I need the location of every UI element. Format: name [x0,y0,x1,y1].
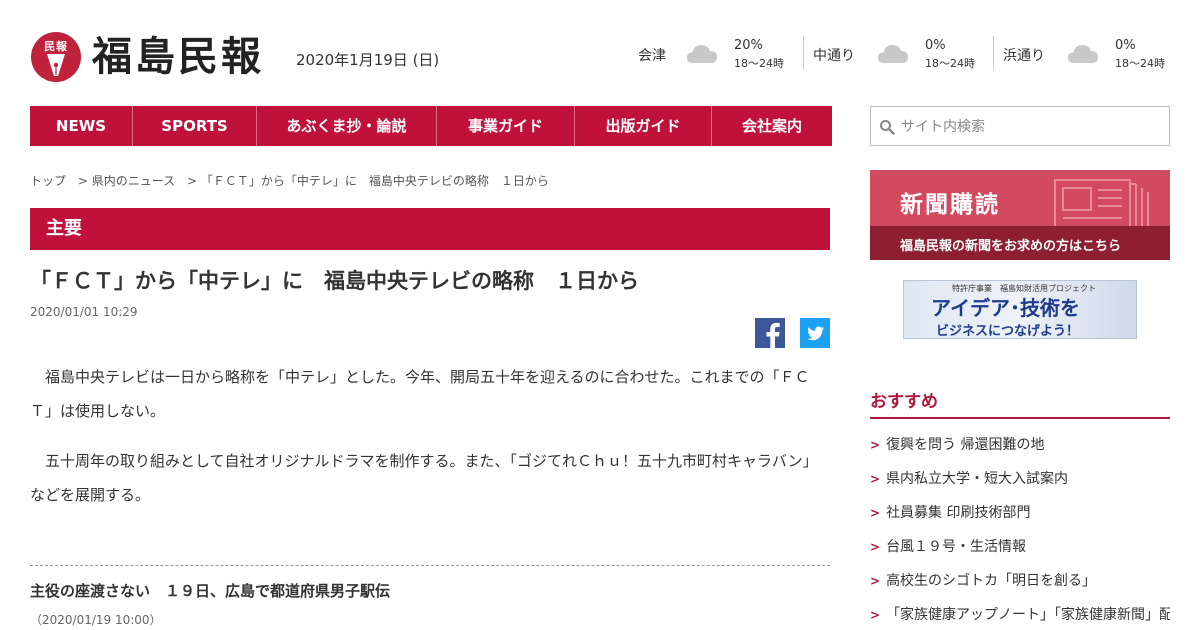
ip-banner-subline: ビジネスにつなげよう！ [936,324,1080,339]
chevron-right-icon: > [870,574,881,588]
section-heading: 主要 [30,208,830,250]
nav-item-sports[interactable]: SPORTS [133,106,257,146]
logo-mark-text: 民報 [44,40,68,53]
site-header: 民報 福島民報 2020年1月19日 (日) 会津 20% 18～24時 中通り… [0,0,1200,105]
list-item[interactable]: > 復興を問う 帰還困難の地 [870,428,1170,462]
recommend-item-label: 復興を問う 帰還困難の地 [886,437,1045,453]
chevron-right-icon: > [870,438,881,452]
weather-precip: 0% [925,38,946,53]
site-search [870,106,1170,146]
recommend-heading: おすすめ [870,392,938,412]
nav-item-editorial[interactable]: あぶくま抄・論説 [257,106,437,146]
weather-precip: 0% [1115,38,1136,53]
chevron-right-icon: > [870,506,881,520]
recommend-item-label: 高校生のシゴトカ「明日を創る」 [886,573,1097,589]
site-logo-title[interactable]: 福島民報 [92,32,264,82]
breadcrumb-item-local-news[interactable]: > 県内のニュース [78,174,175,188]
weather-time: 18～24時 [734,57,784,70]
related-article-link[interactable]: 主役の座渡さない １９日、広島で都道府県男子駅伝 [30,580,390,601]
nav-item-business-guide[interactable]: 事業ガイド [437,106,575,146]
recommend-item-label: 台風１９号・生活情報 [886,539,1027,555]
facebook-share-button[interactable] [755,318,785,348]
weather-separator [803,36,804,70]
weather-region: 会津 [638,48,666,64]
search-icon[interactable] [879,119,895,135]
breadcrumb-item-current: > 「ＦＣＴ」から「中テレ」に 福島中央テレビの略称 １日から [186,174,549,188]
ip-banner-headline: アイデア･技術を [931,296,1080,320]
subscribe-subtitle: 福島民報の新聞をお求めの方はこちら [900,239,1122,254]
chevron-right-icon: > [870,540,881,554]
related-article-date: （2020/01/19 10:00） [30,613,162,627]
list-item[interactable]: > 「家族健康アップノート」「家族健康新聞」配… [870,598,1170,630]
nav-item-publishing-guide[interactable]: 出版ガイド [575,106,712,146]
list-item[interactable]: > 台風１９号・生活情報 [870,530,1170,564]
list-item[interactable]: > 県内私立大学・短大入試案内 [870,462,1170,496]
article-paragraph: 福島中央テレビは一日から略称を「中テレ」とした。今年、開局五十年を迎えるのに合わ… [30,368,810,420]
article-date: 2020/01/01 10:29 [30,305,138,319]
facebook-icon [766,322,780,348]
article-body: 福島中央テレビは一日から略称を「中テレ」とした。今年、開局五十年を迎えるのに合わ… [30,360,830,528]
article-paragraph: 五十周年の取り組みとして自社オリジナルドラマを制作する。また、「ゴジてれＣｈｕ！… [30,452,818,504]
weather-separator [993,36,994,70]
header-date: 2020年1月19日 (日) [296,51,440,69]
breadcrumb-item-top[interactable]: トップ [30,174,66,188]
search-input[interactable] [901,115,1161,139]
recommend-list: > 復興を問う 帰還困難の地 > 県内私立大学・短大入試案内 > 社員募集 印刷技術部… [870,428,1170,630]
nav-item-company[interactable]: 会社案内 [712,106,832,146]
weather-precip: 20% [734,38,763,53]
nav-item-news[interactable]: NEWS [30,106,133,146]
twitter-share-button[interactable] [800,318,830,348]
weather-region: 中通り [813,48,855,64]
weather-region: 浜通り [1003,48,1045,64]
recommend-item-label: 県内私立大学・短大入試案内 [886,471,1069,487]
list-item[interactable]: > 高校生のシゴトカ「明日を創る」 [870,564,1170,598]
chevron-right-icon: > [870,472,881,486]
recommend-underline [870,417,1170,419]
cloud-icon [1068,45,1098,63]
article-title: 「ＦＣＴ」から「中テレ」に 福島中央テレビの略称 １日から [30,269,639,293]
article-divider [30,565,830,566]
subscribe-title: 新聞購読 [900,192,1000,218]
twitter-icon [807,326,824,341]
recommend-item-label: 社員募集 印刷技術部門 [886,505,1031,521]
chevron-right-icon: > [870,608,881,622]
weather-time: 18～24時 [1115,57,1165,70]
subscribe-banner[interactable]: 新聞購読 福島民報の新聞をお求めの方はこちら [870,170,1170,260]
cloud-icon [878,45,908,63]
list-item[interactable]: > 社員募集 印刷技術部門 [870,496,1170,530]
cloud-icon [687,45,717,63]
recommend-item-label: 「家族健康アップノート」「家族健康新聞」配… [886,607,1170,623]
weather-time: 18～24時 [925,57,975,70]
breadcrumb: トップ > 県内のニュース > 「ＦＣＴ」から「中テレ」に 福島中央テレビの略称… [30,172,557,189]
logo-mark[interactable]: 民報 [31,32,81,82]
main-nav: NEWS SPORTS あぶくま抄・論説 事業ガイド 出版ガイド 会社案内 [30,106,832,146]
ip-project-banner[interactable]: 特許庁事業 福島知財活用プロジェクト アイデア･技術を ビジネスにつなげよう！ [903,280,1137,339]
